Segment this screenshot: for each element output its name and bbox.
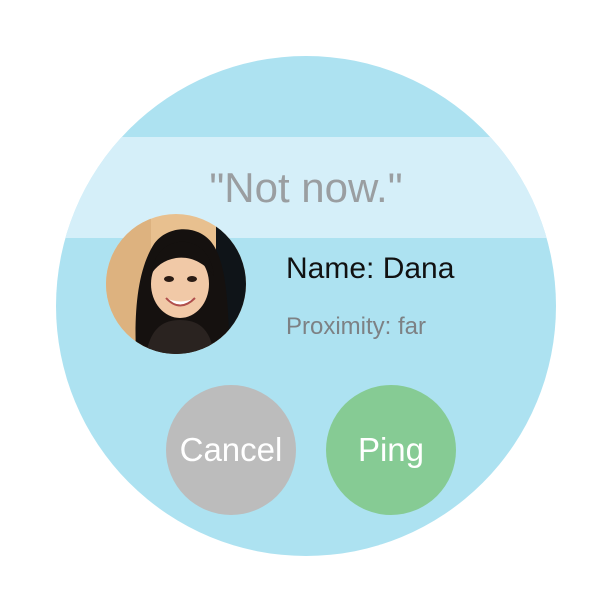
ping-button[interactable]: Ping (326, 385, 456, 515)
contact-proximity: Proximity: far (286, 313, 427, 340)
contact-photo-icon (106, 214, 246, 354)
cancel-button[interactable]: Cancel (166, 385, 296, 515)
contact-avatar (106, 214, 246, 354)
status-message: "Not now." (209, 164, 403, 211)
watch-face: "Not now." Name: Dana Proximity: far Can… (56, 56, 556, 556)
contact-name: Name: Dana (286, 252, 455, 285)
